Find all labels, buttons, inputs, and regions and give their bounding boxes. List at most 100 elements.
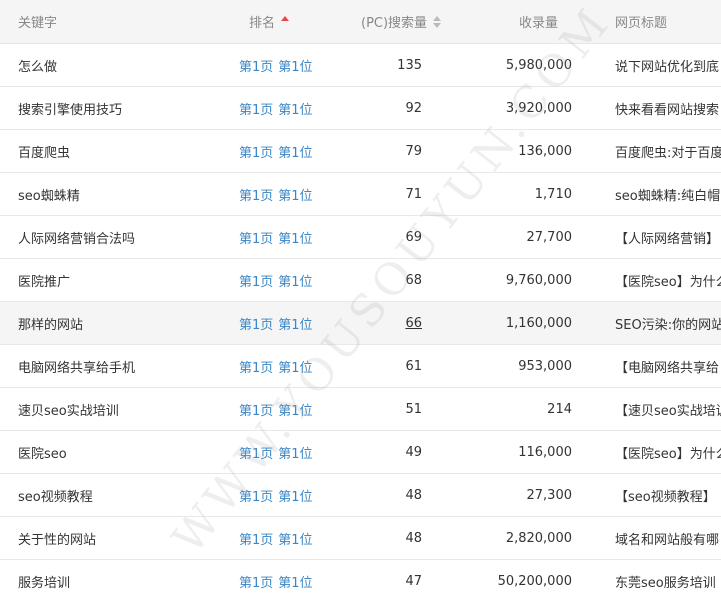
rank-page-link[interactable]: 第1页	[239, 228, 273, 247]
indexed-count-cell: 953,000	[518, 358, 572, 374]
search-volume-cell: 51	[340, 388, 422, 430]
table-row[interactable]: 搜索引擎使用技巧 第1页 第1位 92 3,920,000 快来看看网站搜索	[0, 87, 721, 130]
rank-page-link[interactable]: 第1页	[239, 271, 273, 290]
keyword-cell: 医院seo	[18, 446, 67, 462]
rank-page-link[interactable]: 第1页	[239, 486, 273, 505]
indexed-count-cell: 50,200,000	[497, 573, 572, 589]
page-title-cell[interactable]: 【医院seo】为什么	[615, 259, 721, 301]
search-volume-cell: 48	[340, 517, 422, 559]
table-row[interactable]: 服务培训 第1页 第1位 47 50,200,000 东莞seo服务培训	[0, 560, 721, 594]
keyword-cell: 怎么做	[18, 59, 58, 75]
search-volume-value: 92	[405, 100, 422, 116]
table-row[interactable]: 电脑网络共享给手机 第1页 第1位 61 953,000 【电脑网络共享给	[0, 345, 721, 388]
indexed-count-cell: 9,760,000	[505, 272, 572, 288]
page-title-cell[interactable]: seo蜘蛛精:纯白帽	[615, 173, 721, 215]
page-title-cell[interactable]: 快来看看网站搜索	[615, 87, 721, 129]
search-volume-cell: 71	[340, 173, 422, 215]
rank-page-link[interactable]: 第1页	[239, 443, 273, 462]
indexed-count-cell: 214	[547, 401, 572, 417]
header-volume-label: (PC)搜索量	[361, 16, 428, 31]
rank-position-link[interactable]: 第1位	[278, 357, 312, 376]
header-indexed: 收录量	[519, 16, 559, 31]
sort-ascending-icon	[281, 16, 290, 21]
page-title-cell[interactable]: 【医院seo】为什么	[615, 431, 721, 473]
header-rank-label: 排名	[249, 16, 276, 31]
page-title-cell[interactable]: 【seo视频教程】	[615, 474, 721, 516]
search-volume-cell: 47	[340, 560, 422, 594]
keyword-cell: 人际网络营销合法吗	[18, 231, 136, 247]
table-row[interactable]: seo蜘蛛精 第1页 第1位 71 1,710 seo蜘蛛精:纯白帽	[0, 173, 721, 216]
search-volume-value: 135	[397, 57, 422, 73]
table-row[interactable]: 医院推广 第1页 第1位 68 9,760,000 【医院seo】为什么	[0, 259, 721, 302]
rank-position-link[interactable]: 第1位	[278, 529, 312, 548]
rank-position-link[interactable]: 第1位	[278, 99, 312, 118]
rank-page-link[interactable]: 第1页	[239, 142, 273, 161]
page-title-cell[interactable]: 【速贝seo实战培训	[615, 388, 721, 430]
keyword-cell: 那样的网站	[18, 317, 84, 333]
indexed-count-cell: 2,820,000	[505, 530, 572, 546]
page-title-cell[interactable]: SEO污染:你的网站	[615, 302, 721, 344]
table-row[interactable]: 百度爬虫 第1页 第1位 79 136,000 百度爬虫:对于百度	[0, 130, 721, 173]
keyword-cell: 搜索引擎使用技巧	[18, 102, 123, 118]
indexed-count-cell: 27,700	[526, 229, 573, 245]
rank-position-link[interactable]: 第1位	[278, 142, 312, 161]
rank-position-link[interactable]: 第1位	[278, 185, 312, 204]
keyword-cell: 医院推广	[18, 274, 71, 290]
rank-page-link[interactable]: 第1页	[239, 572, 273, 591]
indexed-count-cell: 116,000	[518, 444, 572, 460]
page-title-cell[interactable]: 【人际网络营销】	[615, 216, 721, 258]
rank-page-link[interactable]: 第1页	[239, 529, 273, 548]
search-volume-value: 48	[405, 487, 422, 503]
keyword-cell: 关于性的网站	[18, 532, 97, 548]
header-rank-sort[interactable]: 排名	[249, 0, 369, 43]
table-row[interactable]: 人际网络营销合法吗 第1页 第1位 69 27,700 【人际网络营销】	[0, 216, 721, 259]
header-volume-sort[interactable]: (PC)搜索量	[361, 0, 442, 43]
search-volume-value: 61	[405, 358, 422, 374]
rank-position-link[interactable]: 第1位	[278, 228, 312, 247]
search-volume-value: 49	[405, 444, 422, 460]
rank-page-link[interactable]: 第1页	[239, 400, 273, 419]
table-row[interactable]: 关于性的网站 第1页 第1位 48 2,820,000 域名和网站般有哪	[0, 517, 721, 560]
rank-page-link[interactable]: 第1页	[239, 314, 273, 333]
search-volume-cell: 135	[340, 44, 422, 86]
search-volume-cell: 49	[340, 431, 422, 473]
table-row[interactable]: seo视频教程 第1页 第1位 48 27,300 【seo视频教程】	[0, 474, 721, 517]
page-title-cell[interactable]: 【电脑网络共享给	[615, 345, 721, 387]
keyword-cell: 电脑网络共享给手机	[18, 360, 136, 376]
indexed-count-cell: 3,920,000	[505, 100, 572, 116]
search-volume-value[interactable]: 66	[405, 316, 422, 331]
table-row[interactable]: 怎么做 第1页 第1位 135 5,980,000 说下网站优化到底	[0, 44, 721, 87]
table-row[interactable]: 那样的网站 第1页 第1位 66 1,160,000 SEO污染:你的网站	[0, 302, 721, 345]
search-volume-cell[interactable]: 66	[340, 302, 422, 344]
rank-position-link[interactable]: 第1位	[278, 400, 312, 419]
search-volume-value: 51	[405, 401, 422, 417]
page-title-cell[interactable]: 说下网站优化到底	[615, 44, 721, 86]
rank-position-link[interactable]: 第1位	[278, 314, 312, 333]
rank-page-link[interactable]: 第1页	[239, 56, 273, 75]
search-volume-value: 71	[405, 186, 422, 202]
rank-page-link[interactable]: 第1页	[239, 185, 273, 204]
indexed-count-cell: 5,980,000	[505, 57, 572, 73]
table-row[interactable]: 医院seo 第1页 第1位 49 116,000 【医院seo】为什么	[0, 431, 721, 474]
rank-position-link[interactable]: 第1位	[278, 443, 312, 462]
rank-page-link[interactable]: 第1页	[239, 99, 273, 118]
search-volume-cell: 79	[340, 130, 422, 172]
keyword-cell: 百度爬虫	[18, 145, 71, 161]
rank-position-link[interactable]: 第1位	[278, 56, 312, 75]
search-volume-cell: 92	[340, 87, 422, 129]
table-row[interactable]: 速贝seo实战培训 第1页 第1位 51 214 【速贝seo实战培训	[0, 388, 721, 431]
search-volume-value: 69	[405, 229, 422, 245]
keyword-cell: seo视频教程	[18, 489, 93, 505]
keyword-cell: seo蜘蛛精	[18, 188, 80, 204]
page-title-cell[interactable]: 百度爬虫:对于百度	[615, 130, 721, 172]
page-title-cell[interactable]: 域名和网站般有哪	[615, 517, 721, 559]
rank-position-link[interactable]: 第1位	[278, 572, 312, 591]
rank-position-link[interactable]: 第1位	[278, 271, 312, 290]
indexed-count-cell: 1,710	[534, 186, 572, 202]
rank-page-link[interactable]: 第1页	[239, 357, 273, 376]
header-keyword: 关键字	[18, 16, 58, 31]
page-title-cell[interactable]: 东莞seo服务培训	[615, 560, 721, 594]
keyword-cell: 速贝seo实战培训	[18, 403, 119, 419]
rank-position-link[interactable]: 第1位	[278, 486, 312, 505]
header-title: 网页标题	[615, 16, 668, 31]
